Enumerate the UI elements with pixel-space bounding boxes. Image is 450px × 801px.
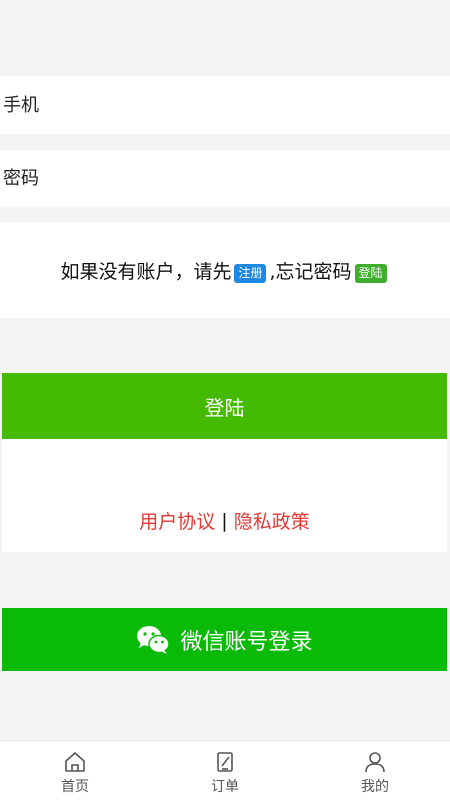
password-input[interactable] [0,150,450,207]
user-agreement-link[interactable]: 用户协议 [139,507,215,534]
wechat-icon [137,625,171,654]
hint-login-link-button[interactable]: 登陆 [354,263,387,283]
home-icon [65,752,85,772]
tab-home-label: 首页 [61,779,89,795]
phone-input[interactable] [0,76,450,134]
register-link-button[interactable]: 注册 [234,263,267,283]
order-icon [217,752,233,772]
hint-middle-text: ,忘记密码 [269,260,352,283]
tab-orders-label: 订单 [211,779,239,795]
bottom-tab-bar: 首页 订单 我的 [0,740,450,801]
tab-home[interactable]: 首页 [0,741,150,801]
privacy-policy-link[interactable]: 隐私政策 [234,507,310,534]
account-hint: 如果没有账户，请先 注册 ,忘记密码 登陆 [0,222,450,318]
phone-field-row [0,76,450,134]
wechat-login-button[interactable]: 微信账号登录 [2,608,447,671]
agreement-links: 用户协议 | 隐私政策 [2,439,447,552]
login-button[interactable]: 登陆 [2,373,447,439]
tab-profile[interactable]: 我的 [300,741,450,801]
agreement-separator: | [221,509,228,532]
tab-profile-label: 我的 [361,779,389,795]
password-field-row [0,150,450,207]
user-icon [365,752,385,773]
hint-prefix-text: 如果没有账户，请先 [60,260,232,283]
wechat-login-label: 微信账号登录 [180,629,313,655]
tab-orders[interactable]: 订单 [150,741,300,801]
